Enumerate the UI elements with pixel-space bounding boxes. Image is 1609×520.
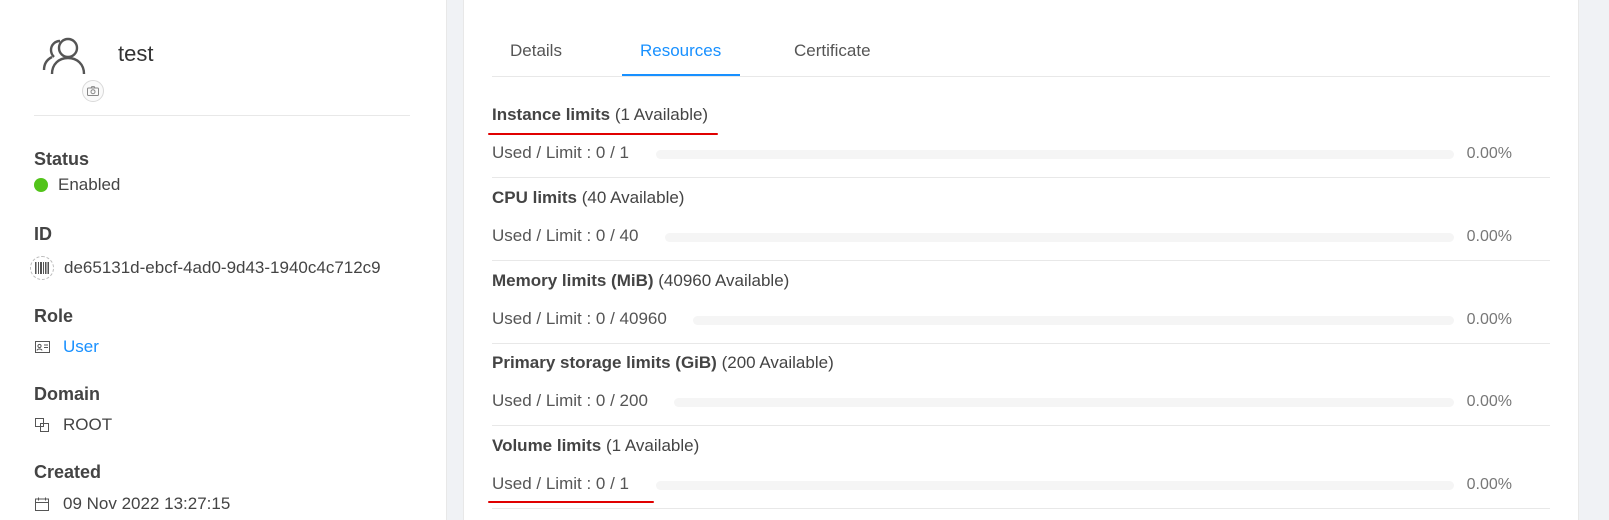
resource-name: CPU limits: [492, 188, 578, 207]
progress-bar: [674, 398, 1454, 407]
resource-percent: 0.00%: [1466, 393, 1512, 410]
resource-name: Primary storage limits (GiB): [492, 353, 717, 372]
resource-name: Memory limits (MiB): [492, 271, 654, 290]
tab-active-indicator: [622, 74, 740, 76]
resource-name: Volume limits: [492, 436, 602, 455]
created-label: Created: [34, 462, 102, 482]
role-link[interactable]: User: [63, 337, 99, 357]
domain-label: Domain: [34, 384, 101, 404]
role-label: Role: [34, 306, 74, 326]
resource-used-text: Used / Limit : 0 / 200: [492, 391, 648, 410]
resource-used-text: Used / Limit : 0 / 1: [492, 143, 629, 162]
progress-bar: [665, 233, 1454, 242]
resource-used-text: Used / Limit : 0 / 40: [492, 226, 639, 245]
resource-volume: Volume limits (1 Available) Used / Limit…: [492, 426, 1550, 509]
resource-available: (1 Available): [614, 105, 709, 124]
resource-available: (40 Available): [581, 188, 685, 207]
resource-available: (1 Available): [606, 436, 700, 455]
domain-row: ROOT: [34, 415, 112, 435]
tab-details[interactable]: Details: [510, 41, 562, 61]
progress-bar: [656, 481, 1454, 490]
resource-used-text: Used / Limit : 0 / 1: [492, 474, 629, 493]
resource-instance: Instance limits (1 Available) Used / Lim…: [492, 95, 1550, 178]
resource-used-text: Used / Limit : 0 / 40960: [492, 309, 667, 328]
progress-bar: [656, 150, 1454, 159]
resource-primary-storage: Primary storage limits (GiB) (200 Availa…: [492, 343, 1550, 426]
annotation-underline: [488, 501, 654, 503]
gutter: [447, 0, 463, 520]
created-value: 09 Nov 2022 13:27:15: [63, 494, 231, 513]
page-background: [1579, 0, 1609, 520]
resource-cpu: CPU limits (40 Available) Used / Limit :…: [492, 178, 1550, 261]
user-avatar-icon: [40, 30, 88, 78]
resource-title: Primary storage limits (GiB) (200 Availa…: [492, 353, 834, 373]
tab-resources[interactable]: Resources: [640, 41, 721, 61]
resource-name: Instance limits: [492, 105, 611, 124]
domain-value: ROOT: [63, 415, 113, 434]
tab-certificate[interactable]: Certificate: [794, 41, 871, 61]
resource-title: CPU limits (40 Available): [492, 188, 684, 208]
calendar-icon: [34, 496, 50, 512]
resource-memory: Memory limits (MiB) (40960 Available) Us…: [492, 261, 1550, 344]
resource-percent: 0.00%: [1466, 476, 1512, 493]
status-dot-icon: [34, 178, 48, 192]
resource-available: (40960 Available): [658, 271, 790, 290]
resource-percent: 0.00%: [1466, 311, 1512, 328]
resource-title: Instance limits (1 Available): [492, 105, 708, 125]
id-value: de65131d-ebcf-4ad0-9d43-1940c4c712c9: [64, 258, 381, 277]
user-name: test: [118, 41, 154, 66]
tab-bar: Details Resources Certificate: [492, 0, 1550, 77]
status-row: Enabled: [34, 175, 120, 195]
status-value: Enabled: [58, 175, 121, 194]
camera-icon[interactable]: [82, 80, 104, 102]
annotation-underline: [488, 133, 718, 135]
role-row: User: [34, 337, 99, 357]
resource-title: Volume limits (1 Available): [492, 436, 699, 456]
created-row: 09 Nov 2022 13:27:15: [34, 494, 230, 514]
id-row: de65131d-ebcf-4ad0-9d43-1940c4c712c9: [30, 256, 381, 280]
block-icon: [34, 417, 50, 433]
resource-title: Memory limits (MiB) (40960 Available): [492, 271, 789, 291]
resource-available: (200 Available): [721, 353, 834, 372]
id-label: ID: [34, 224, 52, 244]
resource-percent: 0.00%: [1466, 228, 1512, 245]
status-label: Status: [34, 149, 90, 169]
divider: [34, 115, 410, 116]
id-card-icon: [34, 339, 50, 355]
resource-percent: 0.00%: [1466, 145, 1512, 162]
barcode-icon[interactable]: [30, 256, 54, 280]
user-info-card: test Status Enabled ID de65131d-ebcf-4ad…: [0, 0, 447, 520]
progress-bar: [693, 316, 1454, 325]
